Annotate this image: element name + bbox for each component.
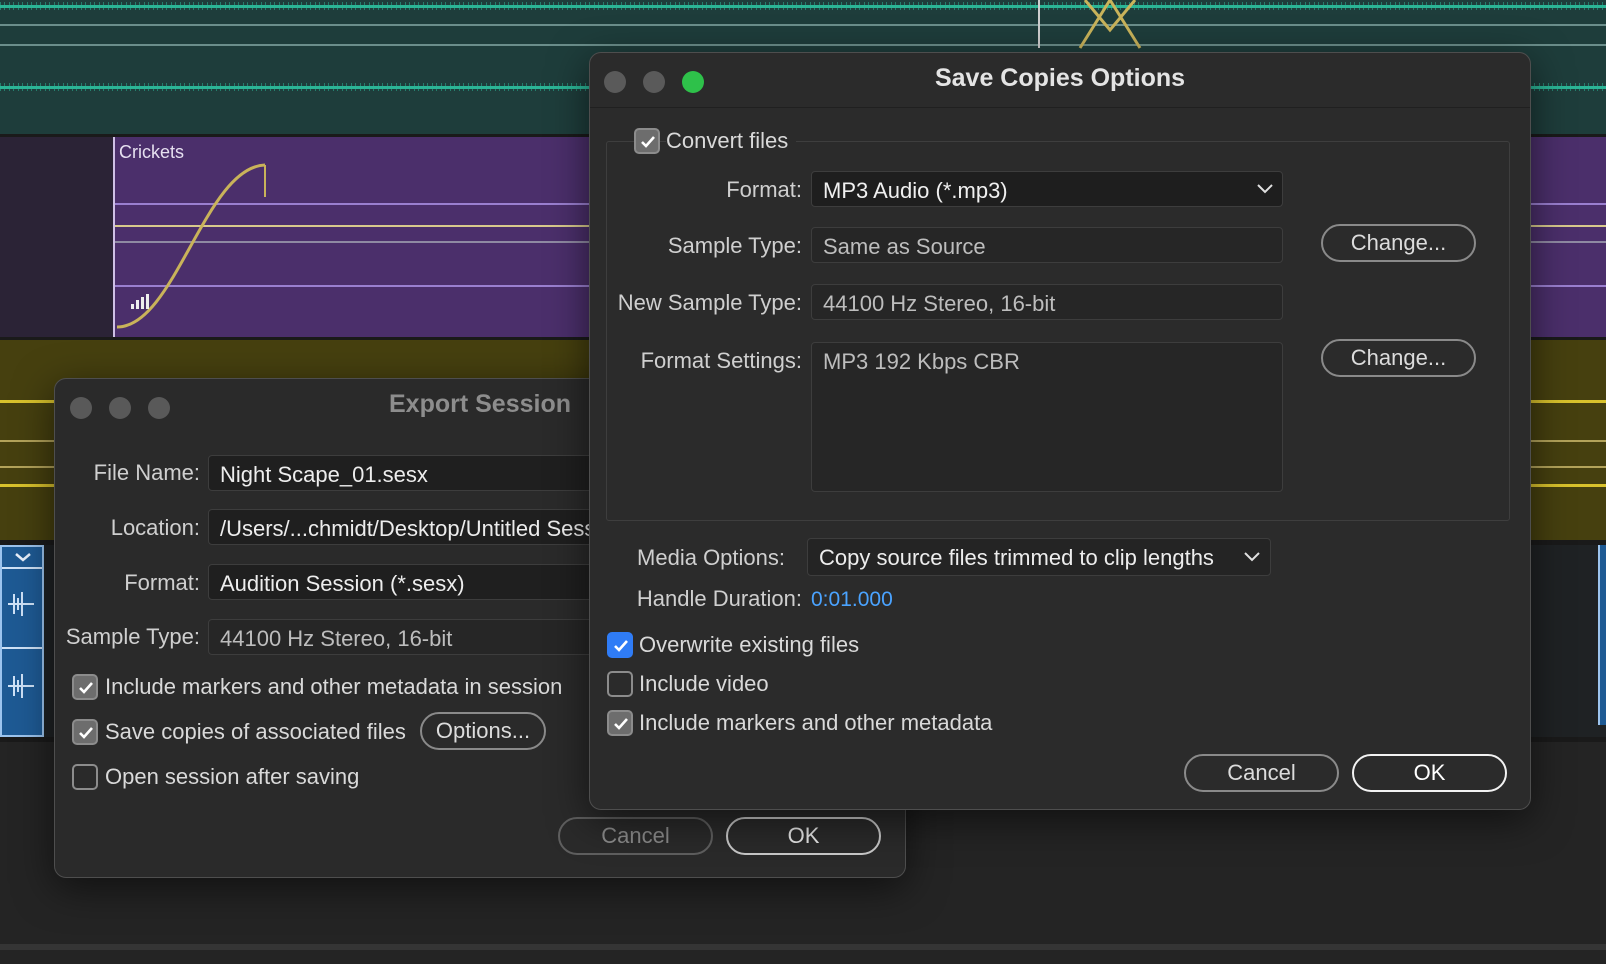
include-video-checkbox[interactable] [607,671,633,697]
horizontal-scrollbar[interactable] [0,944,1606,950]
open-after-saving-checkbox[interactable] [72,764,98,790]
include-video-label: Include video [639,671,769,696]
blue-clip-left[interactable] [0,545,44,737]
handle-duration-value[interactable]: 0:01.000 [811,588,893,612]
convert-files-checkbox[interactable] [634,128,660,154]
include-markers-label: Include markers and other metadata [639,710,993,735]
sample-type-label: Sample Type: [667,233,802,258]
media-options-label: Media Options: [637,545,785,570]
change-format-settings-button[interactable]: Change... [1321,339,1476,377]
overwrite-existing-checkbox[interactable] [607,632,633,658]
new-sample-type-label: New Sample Type: [617,290,802,315]
checkmark-icon [614,718,628,730]
format-settings-label: Format Settings: [640,348,802,373]
handle-duration-label: Handle Duration: [636,586,802,611]
change-sample-type-button[interactable]: Change... [1321,224,1476,262]
save-copies-label: Save copies of associated files [105,719,406,744]
format-label: Format: [124,570,200,595]
format-settings-field: MP3 192 Kbps CBR [811,342,1283,492]
sample-type-field: Same as Source [811,227,1283,263]
sample-type-label: Sample Type: [65,624,200,649]
waveform-spike-icon [8,592,34,616]
format-label: Format: [726,177,802,202]
export-cancel-button[interactable]: Cancel [558,817,713,855]
save-copies-options-dialog: Save Copies Options Convert files Format… [589,52,1531,810]
dialog-title: Save Copies Options [934,64,1186,92]
chevron-down-icon[interactable] [1255,181,1275,197]
cancel-button[interactable]: Cancel [1184,754,1339,792]
save-copies-checkbox[interactable] [72,719,98,745]
checkmark-icon [79,727,93,739]
blue-clip-right[interactable] [1598,545,1606,725]
chevron-down-icon[interactable] [1242,549,1262,565]
new-sample-type-field: 44100 Hz Stereo, 16-bit [811,284,1283,320]
location-label: Location: [110,515,200,540]
file-name-label: File Name: [93,460,200,485]
open-after-saving-label: Open session after saving [105,764,360,789]
convert-files-label: Convert files [666,128,797,154]
waveform-spike-icon [8,674,34,698]
save-copies-titlebar[interactable]: Save Copies Options [590,53,1530,108]
include-markers-checkbox[interactable] [607,710,633,736]
include-markers-checkbox[interactable] [72,674,98,700]
chevron-down-icon[interactable] [12,547,34,567]
include-markers-label: Include markers and other metadata in se… [105,674,563,699]
overwrite-existing-label: Overwrite existing files [639,632,860,657]
export-ok-button[interactable]: OK [726,817,881,855]
checkmark-icon [79,682,93,694]
volume-level-icon [131,294,149,309]
checkmark-icon [641,136,655,148]
media-options-select[interactable]: Copy source files trimmed to clip length… [807,538,1271,576]
crossfade-icon [1078,0,1142,49]
checkmark-icon [614,640,628,652]
ok-button[interactable]: OK [1352,754,1507,792]
options-button[interactable]: Options... [420,712,546,750]
format-select[interactable]: MP3 Audio (*.mp3) [811,171,1283,207]
